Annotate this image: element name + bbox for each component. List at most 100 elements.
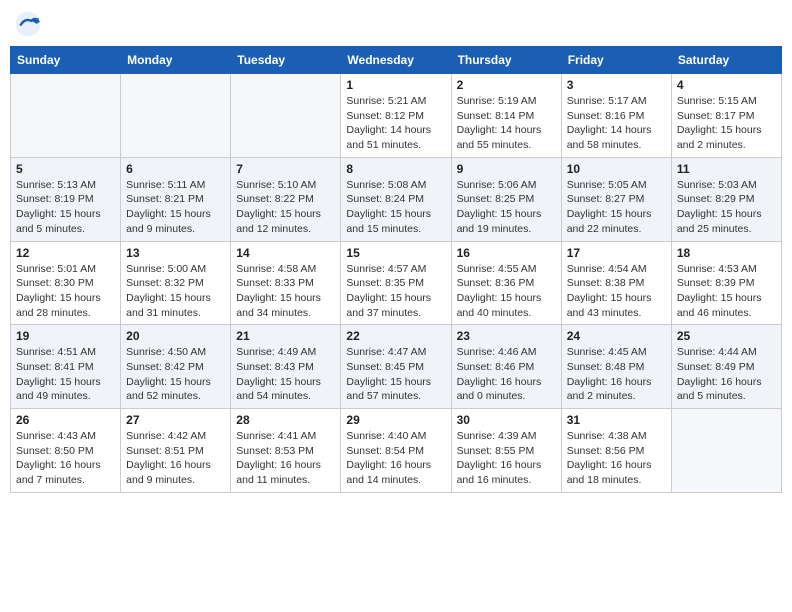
calendar-cell: 1 Sunrise: 5:21 AM Sunset: 8:12 PM Daylig… (341, 74, 451, 158)
day-info: Sunrise: 5:01 AM Sunset: 8:30 PM Dayligh… (16, 262, 115, 321)
day-number: 19 (16, 329, 115, 343)
day-info: Sunrise: 5:13 AM Sunset: 8:19 PM Dayligh… (16, 178, 115, 237)
day-number: 8 (346, 162, 445, 176)
day-info: Sunrise: 5:03 AM Sunset: 8:29 PM Dayligh… (677, 178, 776, 237)
calendar-cell: 28 Sunrise: 4:41 AM Sunset: 8:53 PM Dayli… (231, 409, 341, 493)
day-info: Sunrise: 5:15 AM Sunset: 8:17 PM Dayligh… (677, 94, 776, 153)
day-number: 24 (567, 329, 666, 343)
day-number: 27 (126, 413, 225, 427)
calendar-cell: 15 Sunrise: 4:57 AM Sunset: 8:35 PM Dayli… (341, 241, 451, 325)
day-number: 12 (16, 246, 115, 260)
day-number: 30 (457, 413, 556, 427)
day-number: 1 (346, 78, 445, 92)
day-info: Sunrise: 5:08 AM Sunset: 8:24 PM Dayligh… (346, 178, 445, 237)
calendar-cell: 29 Sunrise: 4:40 AM Sunset: 8:54 PM Dayli… (341, 409, 451, 493)
calendar-cell: 13 Sunrise: 5:00 AM Sunset: 8:32 PM Dayli… (121, 241, 231, 325)
day-info: Sunrise: 5:11 AM Sunset: 8:21 PM Dayligh… (126, 178, 225, 237)
day-info: Sunrise: 4:46 AM Sunset: 8:46 PM Dayligh… (457, 345, 556, 404)
calendar-cell: 7Sunrise: 5:10 AM Sunset: 8:22 PM Daylig… (231, 157, 341, 241)
day-number: 11 (677, 162, 776, 176)
day-info: Sunrise: 4:58 AM Sunset: 8:33 PM Dayligh… (236, 262, 335, 321)
weekday-header-friday: Friday (561, 47, 671, 74)
day-info: Sunrise: 5:21 AM Sunset: 8:12 PM Dayligh… (346, 94, 445, 153)
day-info: Sunrise: 5:06 AM Sunset: 8:25 PM Dayligh… (457, 178, 556, 237)
calendar-cell: 9 Sunrise: 5:06 AM Sunset: 8:25 PM Daylig… (451, 157, 561, 241)
day-info: Sunrise: 4:51 AM Sunset: 8:41 PM Dayligh… (16, 345, 115, 404)
calendar-cell: 2Sunrise: 5:19 AM Sunset: 8:14 PM Daylig… (451, 74, 561, 158)
calendar-cell: 18Sunrise: 4:53 AM Sunset: 8:39 PM Dayli… (671, 241, 781, 325)
weekday-header-monday: Monday (121, 47, 231, 74)
day-number: 9 (457, 162, 556, 176)
calendar-cell: 10Sunrise: 5:05 AM Sunset: 8:27 PM Dayli… (561, 157, 671, 241)
day-number: 14 (236, 246, 335, 260)
calendar-table: SundayMondayTuesdayWednesdayThursdayFrid… (10, 46, 782, 493)
logo-icon (14, 10, 42, 38)
day-info: Sunrise: 4:41 AM Sunset: 8:53 PM Dayligh… (236, 429, 335, 488)
day-number: 21 (236, 329, 335, 343)
calendar-cell (671, 409, 781, 493)
calendar-cell: 21 Sunrise: 4:49 AM Sunset: 8:43 PM Dayli… (231, 325, 341, 409)
day-number: 29 (346, 413, 445, 427)
day-info: Sunrise: 4:45 AM Sunset: 8:48 PM Dayligh… (567, 345, 666, 404)
calendar-week-0: 1 Sunrise: 5:21 AM Sunset: 8:12 PM Daylig… (11, 74, 782, 158)
calendar-week-3: 19 Sunrise: 4:51 AM Sunset: 8:41 PM Dayli… (11, 325, 782, 409)
day-info: Sunrise: 4:49 AM Sunset: 8:43 PM Dayligh… (236, 345, 335, 404)
calendar-header: SundayMondayTuesdayWednesdayThursdayFrid… (11, 47, 782, 74)
day-number: 31 (567, 413, 666, 427)
day-number: 4 (677, 78, 776, 92)
weekday-header-row: SundayMondayTuesdayWednesdayThursdayFrid… (11, 47, 782, 74)
calendar-week-4: 26Sunrise: 4:43 AM Sunset: 8:50 PM Dayli… (11, 409, 782, 493)
day-info: Sunrise: 4:57 AM Sunset: 8:35 PM Dayligh… (346, 262, 445, 321)
day-info: Sunrise: 4:50 AM Sunset: 8:42 PM Dayligh… (126, 345, 225, 404)
weekday-header-sunday: Sunday (11, 47, 121, 74)
weekday-header-wednesday: Wednesday (341, 47, 451, 74)
day-info: Sunrise: 5:00 AM Sunset: 8:32 PM Dayligh… (126, 262, 225, 321)
calendar-cell: 19 Sunrise: 4:51 AM Sunset: 8:41 PM Dayli… (11, 325, 121, 409)
calendar-cell: 16Sunrise: 4:55 AM Sunset: 8:36 PM Dayli… (451, 241, 561, 325)
calendar-cell: 26Sunrise: 4:43 AM Sunset: 8:50 PM Dayli… (11, 409, 121, 493)
day-info: Sunrise: 4:53 AM Sunset: 8:39 PM Dayligh… (677, 262, 776, 321)
page-header (10, 10, 782, 38)
day-info: Sunrise: 4:40 AM Sunset: 8:54 PM Dayligh… (346, 429, 445, 488)
calendar-week-1: 5Sunrise: 5:13 AM Sunset: 8:19 PM Daylig… (11, 157, 782, 241)
calendar-cell: 6 Sunrise: 5:11 AM Sunset: 8:21 PM Daylig… (121, 157, 231, 241)
day-number: 6 (126, 162, 225, 176)
calendar-cell: 22 Sunrise: 4:47 AM Sunset: 8:45 PM Dayli… (341, 325, 451, 409)
day-number: 22 (346, 329, 445, 343)
day-number: 26 (16, 413, 115, 427)
calendar-cell: 3Sunrise: 5:17 AM Sunset: 8:16 PM Daylig… (561, 74, 671, 158)
day-number: 20 (126, 329, 225, 343)
calendar-cell (121, 74, 231, 158)
calendar-cell: 17Sunrise: 4:54 AM Sunset: 8:38 PM Dayli… (561, 241, 671, 325)
calendar-cell: 14 Sunrise: 4:58 AM Sunset: 8:33 PM Dayli… (231, 241, 341, 325)
weekday-header-thursday: Thursday (451, 47, 561, 74)
calendar-body: 1 Sunrise: 5:21 AM Sunset: 8:12 PM Daylig… (11, 74, 782, 493)
calendar-cell: 12 Sunrise: 5:01 AM Sunset: 8:30 PM Dayli… (11, 241, 121, 325)
calendar-cell: 4 Sunrise: 5:15 AM Sunset: 8:17 PM Daylig… (671, 74, 781, 158)
logo (14, 10, 46, 38)
weekday-header-tuesday: Tuesday (231, 47, 341, 74)
calendar-cell: 20 Sunrise: 4:50 AM Sunset: 8:42 PM Dayli… (121, 325, 231, 409)
day-info: Sunrise: 4:38 AM Sunset: 8:56 PM Dayligh… (567, 429, 666, 488)
day-info: Sunrise: 5:19 AM Sunset: 8:14 PM Dayligh… (457, 94, 556, 153)
calendar-week-2: 12 Sunrise: 5:01 AM Sunset: 8:30 PM Dayli… (11, 241, 782, 325)
day-info: Sunrise: 4:47 AM Sunset: 8:45 PM Dayligh… (346, 345, 445, 404)
day-number: 10 (567, 162, 666, 176)
weekday-header-saturday: Saturday (671, 47, 781, 74)
day-number: 28 (236, 413, 335, 427)
calendar-cell: 11 Sunrise: 5:03 AM Sunset: 8:29 PM Dayli… (671, 157, 781, 241)
day-number: 7 (236, 162, 335, 176)
day-info: Sunrise: 4:54 AM Sunset: 8:38 PM Dayligh… (567, 262, 666, 321)
calendar-cell: 31 Sunrise: 4:38 AM Sunset: 8:56 PM Dayli… (561, 409, 671, 493)
day-number: 23 (457, 329, 556, 343)
calendar-cell (11, 74, 121, 158)
calendar-cell: 8 Sunrise: 5:08 AM Sunset: 8:24 PM Daylig… (341, 157, 451, 241)
day-info: Sunrise: 4:44 AM Sunset: 8:49 PM Dayligh… (677, 345, 776, 404)
calendar-cell: 30Sunrise: 4:39 AM Sunset: 8:55 PM Dayli… (451, 409, 561, 493)
calendar-cell: 23 Sunrise: 4:46 AM Sunset: 8:46 PM Dayli… (451, 325, 561, 409)
day-number: 15 (346, 246, 445, 260)
calendar-cell: 5Sunrise: 5:13 AM Sunset: 8:19 PM Daylig… (11, 157, 121, 241)
day-info: Sunrise: 4:42 AM Sunset: 8:51 PM Dayligh… (126, 429, 225, 488)
calendar-cell (231, 74, 341, 158)
day-number: 13 (126, 246, 225, 260)
